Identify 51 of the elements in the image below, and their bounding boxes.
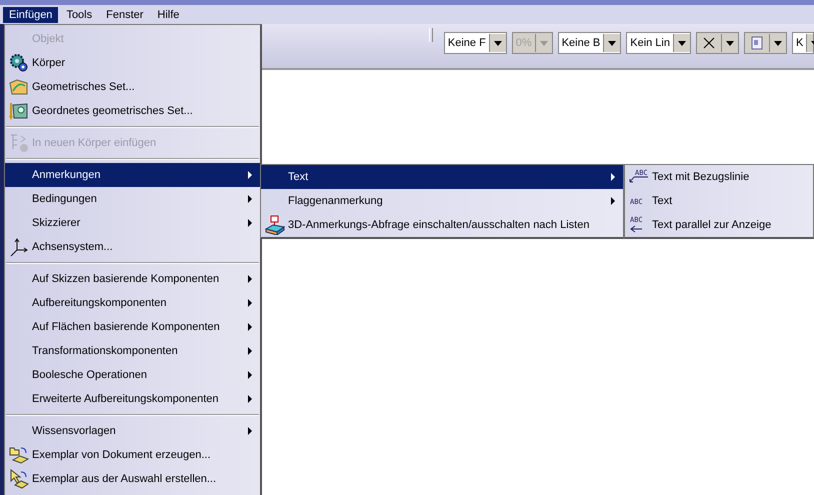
submenu-arrow-icon [611,197,615,205]
menu-item[interactable]: Bedingungen [5,187,260,211]
dropdown[interactable] [744,32,787,54]
folder-copy-icon [8,445,28,465]
submenu-arrow-icon [611,173,615,181]
menu-item[interactable]: Auf Flächen basierende Komponenten [5,315,260,339]
submenu-arrow-icon [248,299,252,307]
menu-title[interactable]: Hilfe [151,6,186,22]
submenu-arrow-icon [248,347,252,355]
dropdown[interactable] [696,32,739,54]
submenu-arrow-icon [248,323,252,331]
menu-item[interactable]: Skizzierer [5,211,260,235]
stamp-icon [264,215,284,235]
folder-sketch-icon [8,77,28,97]
menu-item[interactable]: Körper [5,51,260,75]
menu-item[interactable]: Erweiterte Aufbereitungskomponenten [5,387,260,411]
page-icon [750,36,764,50]
menu-title[interactable]: Einfügen [3,6,58,22]
menu-item[interactable]: Aufbereitungskomponenten [5,291,260,315]
menu-item[interactable]: Wissensvorlagen [5,419,260,443]
menu-item[interactable]: Exemplar von Dokument erzeugen... [5,443,260,467]
menu-item[interactable]: Boolesche Operationen [5,363,260,387]
menu-item[interactable]: Geordnetes geometrisches Set... [5,99,260,123]
pointer-copy-icon [8,469,28,489]
axis-icon [8,237,28,257]
menu-item[interactable]: Achsensystem... [5,235,260,259]
menu-item[interactable]: Text [261,165,623,189]
tree-icon [8,133,28,153]
menu-item[interactable]: Flaggenanmerkung [261,189,623,213]
submenu-arrow-icon [248,395,252,403]
menu-item[interactable]: Auf Skizzen basierende Komponenten [5,267,260,291]
menu-title[interactable]: Tools [60,6,98,22]
toolbar-grip[interactable] [428,28,433,42]
dropdown[interactable]: Kein Lin [626,32,691,54]
menu-title[interactable]: Fenster [100,6,150,22]
dropdown[interactable]: Keine F [444,32,507,54]
submenu-arrow-icon [248,371,252,379]
menu-item[interactable]: Geometrisches Set... [5,75,260,99]
submenu-arrow-icon [248,195,252,203]
menu-item[interactable]: 3D-Anmerkungs-Abfrage einschalten/ausschalten nach Listen [261,213,623,237]
menu-item[interactable]: Exemplar aus der Auswahl erstellen... [5,467,260,491]
submenu-arrow-icon [248,171,252,179]
menu-item[interactable]: Transformationskomponenten [5,339,260,363]
gears-icon [8,53,28,73]
submenu-arrow-icon [248,275,252,283]
ordered-set-icon [8,101,28,121]
dropdown[interactable]: Keine B [558,32,622,54]
cross-icon [702,36,716,50]
submenu-arrow-icon [248,219,252,227]
menu-item[interactable]: Anmerkungen [5,163,260,187]
submenu-arrow-icon [248,427,252,435]
